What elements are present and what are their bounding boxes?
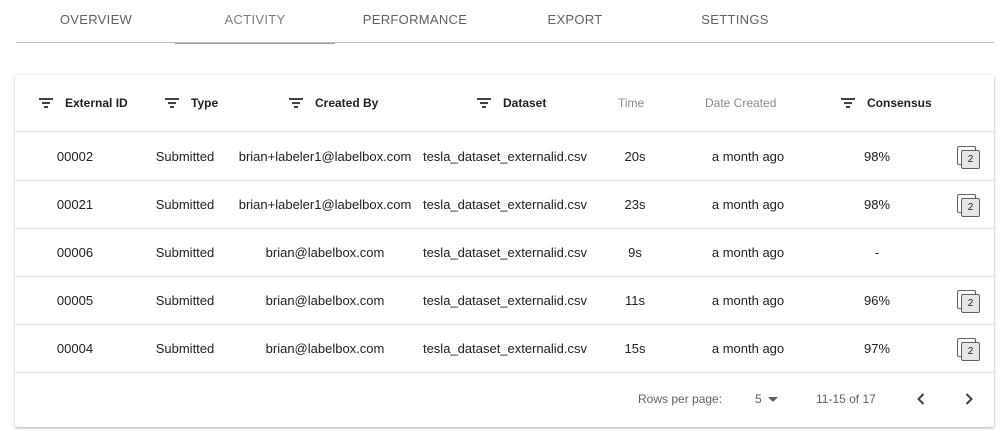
table-row[interactable]: 00005 Submitted brian@labelbox.com tesla… [15, 276, 994, 325]
cell-date-created: a month ago [711, 148, 785, 164]
cell-dataset: tesla_dataset_externalid.csv [422, 148, 588, 164]
column-header-date-created[interactable]: Date Created [705, 75, 776, 131]
chevron-left-icon[interactable] [909, 387, 933, 411]
column-label: Created By [315, 96, 379, 110]
cell-external-id: 00006 [56, 244, 94, 260]
cell-type: Submitted [155, 244, 215, 260]
cell-created-by: brian@labelbox.com [265, 244, 385, 260]
cell-time: 20s [624, 148, 646, 164]
tab-performance[interactable]: PERFORMANCE [335, 0, 495, 43]
copy-count-icon[interactable]: 2 [957, 146, 980, 169]
filter-icon[interactable] [289, 97, 303, 109]
tab-divider [16, 42, 994, 43]
cell-created-by: brian+labeler1@labelbox.com [238, 196, 412, 212]
cell-dataset: tesla_dataset_externalid.csv [422, 196, 588, 212]
cell-external-id: 00002 [56, 148, 94, 164]
page-range: 11-15 of 17 [816, 392, 876, 406]
column-label: Time [618, 96, 645, 110]
tab-overview[interactable]: OVERVIEW [16, 0, 176, 43]
pagination-bar: Rows per page: 5 11-15 of 17 [15, 371, 994, 427]
column-label: Dataset [503, 96, 547, 110]
rows-per-page-select[interactable]: 5 [755, 371, 778, 427]
cell-time: 15s [624, 340, 646, 356]
column-header-created-by[interactable]: Created By [289, 75, 378, 131]
cell-time: 11s [625, 292, 645, 308]
cell-consensus: 97% [863, 340, 891, 356]
column-header-time[interactable]: Time [618, 75, 644, 131]
cell-date-created: a month ago [711, 340, 785, 356]
column-label: Consensus [867, 96, 932, 110]
tab-label: OVERVIEW [59, 12, 133, 27]
cell-type: Submitted [155, 292, 215, 308]
cell-external-id: 00005 [56, 292, 94, 308]
column-header-external-id[interactable]: External ID [39, 75, 128, 131]
copy-count-icon[interactable]: 2 [957, 194, 980, 217]
caret-down-icon [767, 396, 778, 402]
tab-label: ACTIVITY [224, 12, 286, 27]
cell-consensus: - [874, 244, 880, 260]
column-header-type[interactable]: Type [165, 75, 218, 131]
filter-icon[interactable] [841, 97, 855, 109]
copy-count-icon[interactable]: 2 [957, 290, 980, 313]
table-row[interactable]: 00002 Submitted brian+labeler1@labelbox.… [15, 132, 994, 181]
cell-dataset: tesla_dataset_externalid.csv [422, 340, 588, 356]
cell-time: 9s [628, 244, 642, 260]
cell-consensus: 96% [863, 292, 891, 308]
table-row[interactable]: 00004 Submitted brian@labelbox.com tesla… [15, 324, 994, 373]
tab-label: PERFORMANCE [362, 12, 468, 27]
cell-created-by: brian+labeler1@labelbox.com [238, 148, 412, 164]
cell-type: Submitted [155, 148, 215, 164]
filter-icon[interactable] [477, 97, 491, 109]
tab-bar: OVERVIEW ACTIVITY PERFORMANCE EXPORT SET… [16, 0, 994, 44]
cell-consensus: 98% [863, 196, 891, 212]
cell-dataset: tesla_dataset_externalid.csv [422, 244, 588, 260]
cell-type: Submitted [155, 340, 215, 356]
column-label: Date Created [705, 96, 777, 110]
tab-export[interactable]: EXPORT [495, 0, 655, 43]
rows-per-page-value: 5 [755, 392, 762, 406]
column-header-consensus[interactable]: Consensus [841, 75, 932, 131]
cell-time: 23s [624, 196, 646, 212]
cell-created-by: brian@labelbox.com [265, 340, 385, 356]
chevron-right-icon[interactable] [957, 387, 981, 411]
tab-label: SETTINGS [701, 12, 769, 27]
cell-external-id: 00021 [56, 196, 94, 212]
cell-created-by: brian@labelbox.com [265, 292, 385, 308]
filter-icon[interactable] [165, 97, 179, 109]
column-label: External ID [65, 96, 128, 110]
table-row[interactable]: 00006 Submitted brian@labelbox.com tesla… [15, 228, 994, 277]
cell-external-id: 00004 [56, 340, 94, 356]
filter-icon[interactable] [39, 97, 53, 109]
tab-label: EXPORT [547, 12, 603, 27]
activity-table-card: External ID Type Created By Dataset Time… [15, 75, 994, 427]
column-header-dataset[interactable]: Dataset [477, 75, 546, 131]
copy-count-icon[interactable]: 2 [957, 338, 980, 361]
cell-date-created: a month ago [711, 196, 785, 212]
cell-type: Submitted [155, 196, 215, 212]
cell-date-created: a month ago [711, 244, 785, 260]
tab-activity[interactable]: ACTIVITY [175, 0, 335, 44]
table-row[interactable]: 00021 Submitted brian+labeler1@labelbox.… [15, 180, 994, 229]
column-label: Type [191, 96, 219, 110]
tab-settings[interactable]: SETTINGS [655, 0, 815, 43]
cell-date-created: a month ago [711, 292, 785, 308]
cell-dataset: tesla_dataset_externalid.csv [422, 292, 588, 308]
table-header: External ID Type Created By Dataset Time… [15, 75, 994, 132]
cell-consensus: 98% [863, 148, 891, 164]
rows-per-page-label: Rows per page: [638, 392, 723, 406]
